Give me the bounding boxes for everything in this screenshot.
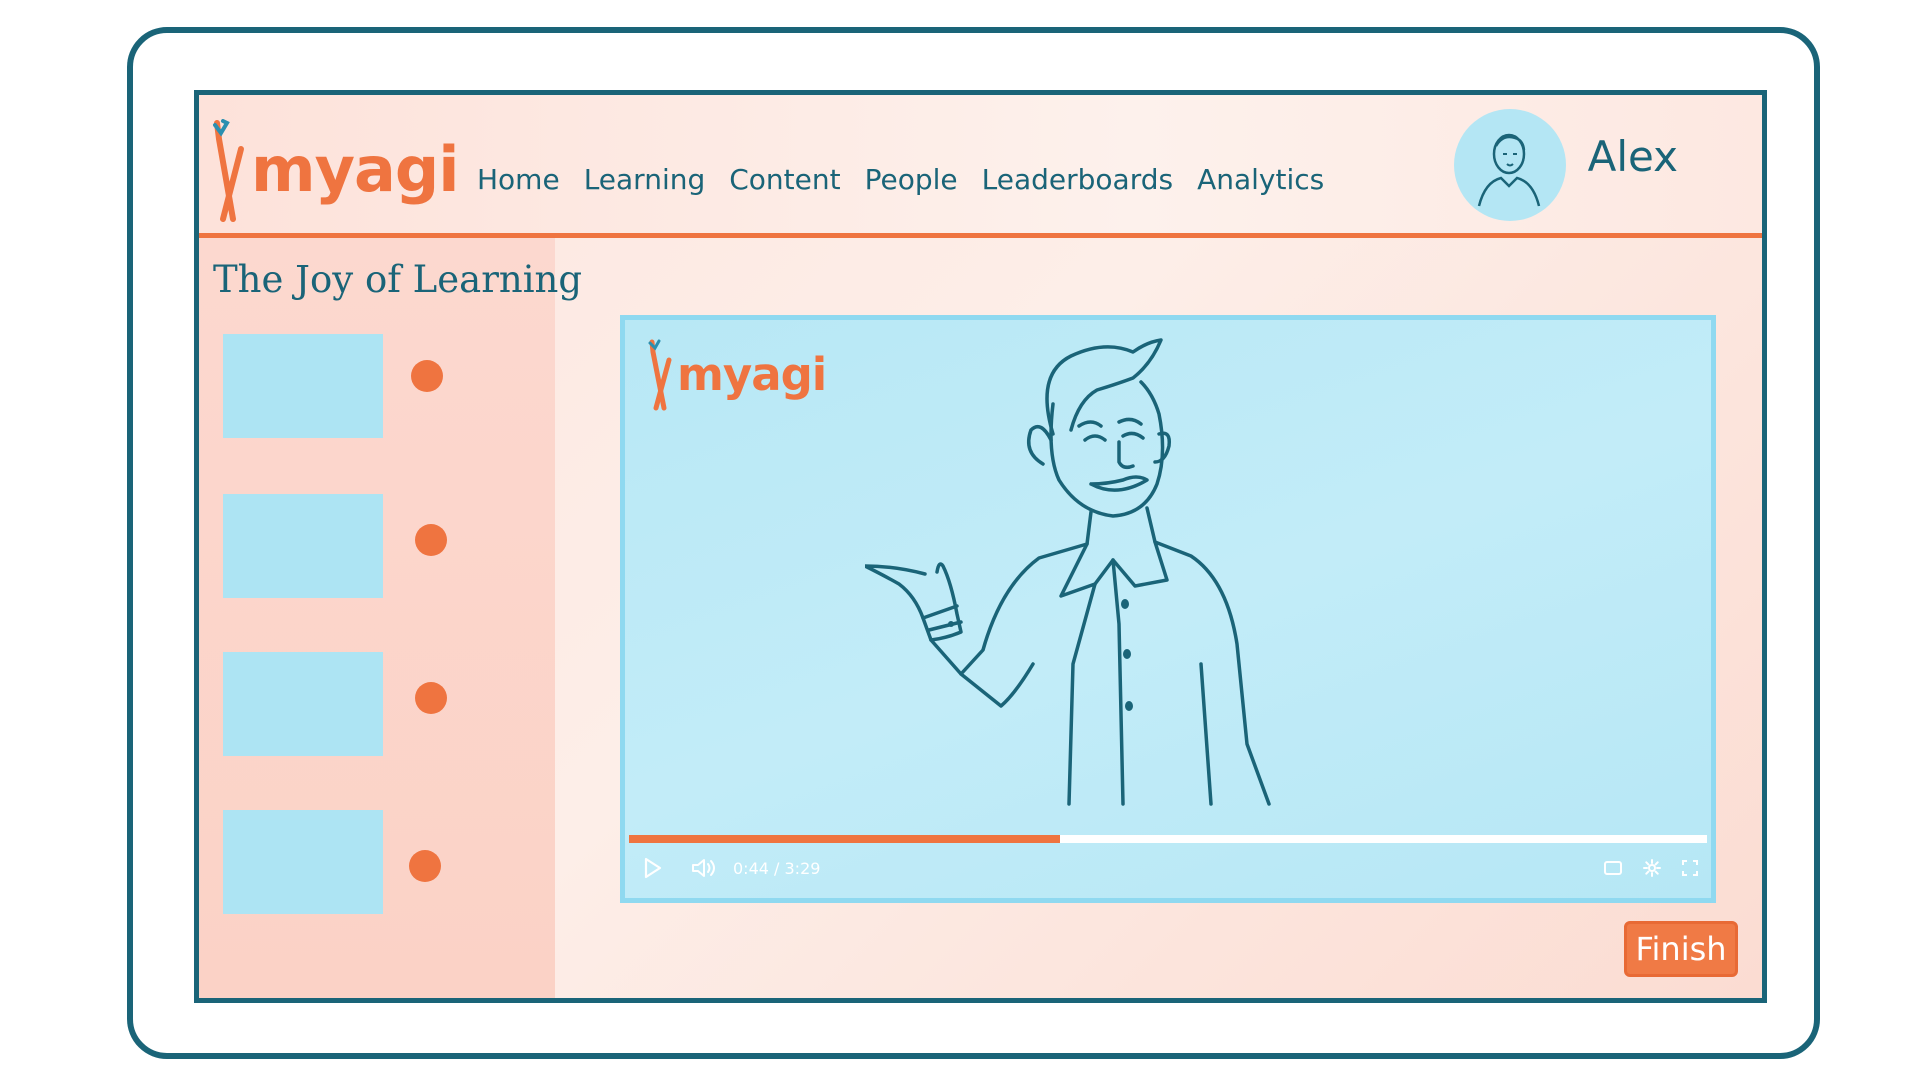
lesson-sidebar: The Joy of Learning [199,238,582,998]
user-name: Alex [1587,131,1678,181]
video-watermark: myagi [647,336,867,416]
logo-mark-icon [648,339,672,411]
video-progress-bar[interactable] [629,835,1707,843]
video-player[interactable]: myagi 0:44 / 3:29 [620,315,1716,903]
video-watermark-text: myagi [677,348,827,401]
nav-item-analytics[interactable]: Analytics [1197,163,1324,196]
avatar[interactable] [1453,109,1566,221]
top-navigation-bar: myagi Home Learning Content People Leade… [199,95,1762,238]
status-dot-icon [415,682,447,714]
nav-item-learning[interactable]: Learning [584,163,706,196]
lesson-item[interactable] [223,494,483,598]
settings-icon[interactable] [1643,859,1661,877]
video-progress-fill [629,835,1061,843]
app-screen: myagi Home Learning Content People Leade… [194,90,1767,1003]
lesson-thumbnail [223,494,383,598]
nav-item-content[interactable]: Content [729,163,840,196]
lesson-item[interactable] [223,652,483,756]
lesson-thumbnail [223,652,383,756]
video-time: 0:44 / 3:29 [733,858,821,878]
status-dot-icon [409,850,441,882]
brand-logo[interactable]: myagi [211,115,459,225]
lesson-thumbnail [223,334,383,438]
finish-button[interactable]: Finish [1624,921,1738,977]
nav-item-people[interactable]: People [865,163,958,196]
status-dot-icon [411,360,443,392]
lesson-thumbnail [223,810,383,914]
course-title: The Joy of Learning [213,258,583,301]
volume-icon[interactable] [691,857,719,879]
lesson-item[interactable] [223,334,483,438]
main-nav: Home Learning Content People Leaderboard… [477,163,1324,196]
lesson-item[interactable] [223,810,483,914]
play-icon[interactable] [643,857,663,879]
video-controls: 0:44 / 3:29 [629,846,1707,890]
nav-item-home[interactable]: Home [477,163,560,196]
fullscreen-icon[interactable] [1681,859,1699,877]
nav-item-leaderboards[interactable]: Leaderboards [982,163,1173,196]
video-controls-right [1603,846,1699,890]
brand-wordmark: myagi [251,133,459,206]
presenter-illustration [865,338,1271,806]
status-dot-icon [415,524,447,556]
subtitles-icon[interactable] [1603,860,1623,876]
logo-mark-icon [213,119,244,222]
user-menu[interactable]: Alex [1453,105,1678,225]
person-portrait-icon [1477,133,1540,207]
